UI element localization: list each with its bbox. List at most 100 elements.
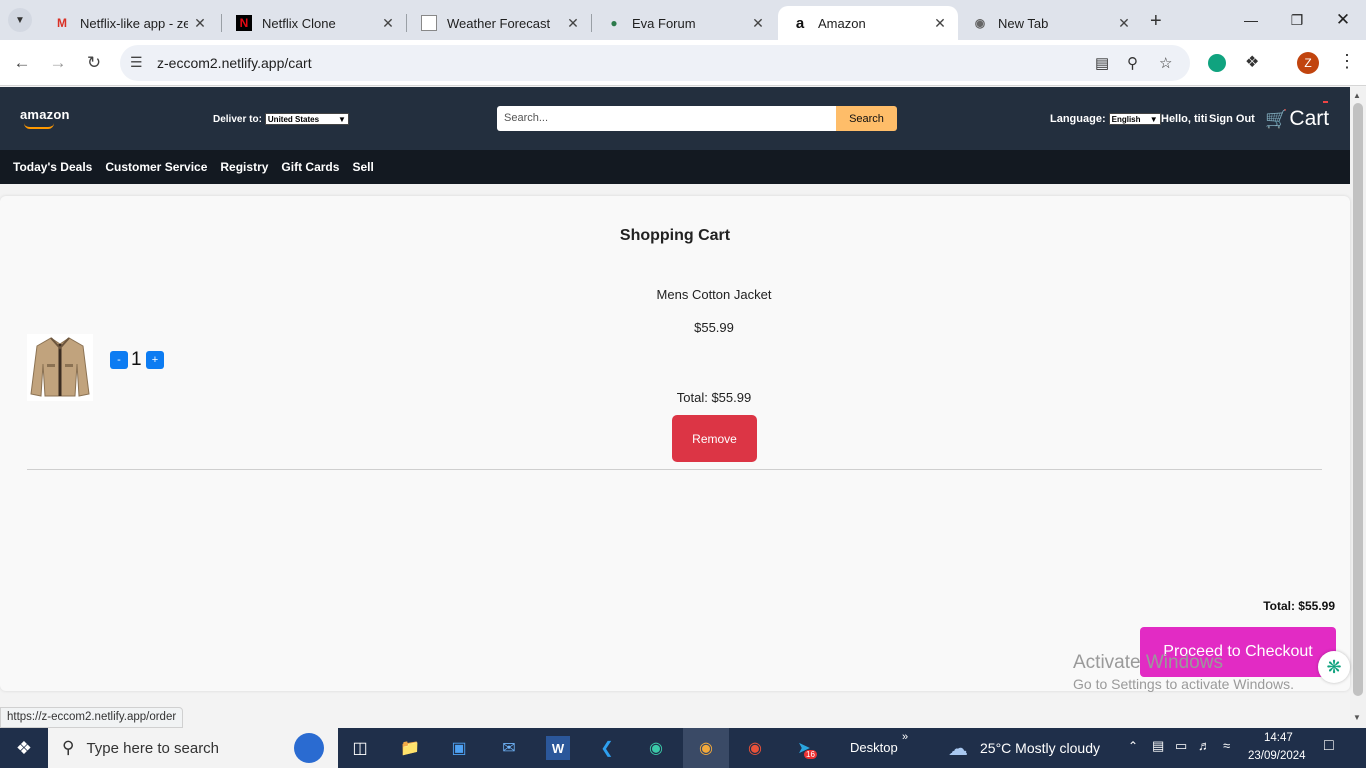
- chevron-down-icon: ▼: [337, 114, 346, 124]
- link-status-url: https://z-eccom2.netlify.app/order: [0, 707, 184, 728]
- browser-tab[interactable]: M Netflix-like app - zew ✕: [40, 6, 218, 40]
- windows-taskbar: ❖ ⚲ Type here to search ◫ 📁 ▣ ✉ W ❮ ◉ ◉ …: [0, 728, 1366, 768]
- close-icon[interactable]: ✕: [561, 15, 585, 32]
- tab-title: New Tab: [998, 15, 1049, 31]
- volume-icon[interactable]: ♬: [1198, 738, 1211, 753]
- file-explorer-icon[interactable]: 📁: [398, 736, 422, 760]
- clock-time[interactable]: 14:47: [1264, 732, 1293, 744]
- profile-avatar[interactable]: Z: [1297, 52, 1319, 74]
- chevron-up-icon[interactable]: ⌃: [1128, 739, 1138, 753]
- scroll-thumb[interactable]: [1353, 103, 1363, 696]
- store-icon[interactable]: ▣: [447, 736, 471, 760]
- amazon-icon: a: [795, 14, 805, 32]
- nav-registry[interactable]: Registry: [220, 160, 268, 174]
- chatgpt-floating-icon[interactable]: ❋: [1318, 651, 1350, 683]
- close-icon[interactable]: ✕: [188, 15, 212, 32]
- sub-navigation: Today's Deals Customer Service Registry …: [0, 150, 1350, 184]
- chrome-icon[interactable]: ◉: [694, 736, 718, 760]
- jacket-image: [30, 337, 90, 397]
- watermark-title: Activate Windows: [1073, 652, 1223, 673]
- close-icon[interactable]: ✕: [928, 15, 952, 32]
- netflix-icon: N: [236, 15, 252, 31]
- mail-icon[interactable]: ✉: [497, 736, 521, 760]
- close-icon[interactable]: ✕: [1112, 15, 1136, 32]
- install-app-icon[interactable]: ▤: [1095, 54, 1109, 72]
- close-icon[interactable]: ✕: [376, 15, 400, 32]
- clock-date[interactable]: 23/09/2024: [1248, 750, 1306, 762]
- new-tab-icon[interactable]: +: [1150, 10, 1162, 33]
- tab-title: Netflix-like app - zew: [80, 15, 188, 31]
- language-label: Language:: [1050, 113, 1106, 125]
- scroll-down-icon[interactable]: ▼: [1353, 713, 1361, 722]
- taskbar-search[interactable]: ⚲ Type here to search: [48, 728, 338, 768]
- window-close-icon[interactable]: ✕: [1320, 6, 1366, 34]
- notifications-icon[interactable]: □: [1324, 737, 1334, 755]
- browser-menu-icon[interactable]: ⋮: [1338, 51, 1356, 72]
- desktop-toolbar-label[interactable]: Desktop: [850, 740, 898, 755]
- address-bar[interactable]: ☰ z-eccom2.netlify.app/cart ▤ ⚲ ☆: [120, 45, 1190, 81]
- site-header: amazon Deliver to: United States ▼ Searc…: [0, 87, 1350, 150]
- vscode-icon[interactable]: ❮: [595, 736, 619, 760]
- task-view-icon[interactable]: ◫: [348, 736, 372, 760]
- country-select[interactable]: United States ▼: [264, 113, 349, 125]
- remove-button[interactable]: Remove: [672, 415, 757, 462]
- weather-cloud-icon[interactable]: ☁: [946, 736, 970, 760]
- language-selector: Language: English ▼: [1050, 113, 1161, 125]
- search-icon: ⚲: [62, 738, 75, 757]
- windows-start-icon[interactable]: ❖: [12, 736, 36, 760]
- browser-tab[interactable]: ● Eva Forum ✕: [592, 6, 776, 40]
- cart-link[interactable]: 🛒 Cart: [1265, 107, 1329, 131]
- wifi-icon[interactable]: ≈: [1223, 738, 1230, 753]
- tab-search-menu-icon[interactable]: ▼: [8, 8, 32, 32]
- taskbar-search-placeholder: Type here to search: [86, 739, 220, 757]
- browser-tab[interactable]: Weather Forecast ✕: [407, 6, 591, 40]
- browser-tab[interactable]: ◉ New Tab ✕: [958, 6, 1142, 40]
- edge-icon[interactable]: ◉: [644, 736, 668, 760]
- back-icon[interactable]: ←: [8, 49, 36, 77]
- browser-tab[interactable]: N Netflix Clone ✕: [222, 6, 406, 40]
- site-settings-icon[interactable]: ☰: [130, 54, 143, 71]
- extensions-icon[interactable]: ❖: [1245, 52, 1259, 72]
- word-icon[interactable]: W: [546, 736, 570, 760]
- page-scrollbar[interactable]: ▲ ▼: [1350, 87, 1366, 728]
- search-button[interactable]: Search: [836, 106, 897, 131]
- increment-button[interactable]: +: [146, 351, 164, 369]
- chevron-right-icon[interactable]: »: [902, 731, 908, 743]
- search-bar: Search... Search: [497, 106, 897, 131]
- amazon-logo[interactable]: amazon: [20, 107, 70, 122]
- page-icon: [421, 15, 437, 31]
- quantity-value: 1: [131, 349, 142, 370]
- browser-tab-active[interactable]: a Amazon ✕: [778, 6, 958, 40]
- search-input[interactable]: Search...: [497, 106, 837, 131]
- nav-gift-cards[interactable]: Gift Cards: [281, 160, 339, 174]
- decrement-button[interactable]: -: [110, 351, 128, 369]
- deliver-to: Deliver to: United States ▼: [213, 113, 349, 125]
- scroll-up-icon[interactable]: ▲: [1353, 91, 1361, 100]
- forward-icon[interactable]: →: [44, 49, 72, 77]
- bookmark-star-icon[interactable]: ☆: [1159, 54, 1172, 72]
- network-icon[interactable]: ▤: [1152, 738, 1164, 754]
- battery-icon[interactable]: ▭: [1175, 738, 1187, 754]
- cart-grand-total: Total: $55.99: [1263, 599, 1335, 613]
- nav-sell[interactable]: Sell: [352, 160, 373, 174]
- chatgpt-extension-icon[interactable]: [1208, 54, 1226, 72]
- url-text: z-eccom2.netlify.app/cart: [157, 55, 312, 71]
- weather-text[interactable]: 25°C Mostly cloudy: [980, 740, 1100, 756]
- search-highlight-icon: [294, 733, 324, 763]
- forum-icon: ●: [610, 16, 618, 30]
- tab-title: Eva Forum: [632, 15, 696, 31]
- gmail-icon: M: [57, 16, 67, 30]
- reload-icon[interactable]: ↻: [80, 49, 108, 77]
- close-icon[interactable]: ✕: [746, 15, 770, 32]
- sign-out-link[interactable]: Sign Out: [1209, 113, 1255, 125]
- restore-icon[interactable]: ❐: [1274, 6, 1320, 34]
- language-select[interactable]: English ▼: [1108, 113, 1161, 125]
- product-image[interactable]: [27, 334, 93, 401]
- zoom-icon[interactable]: ⚲: [1127, 54, 1138, 72]
- product-name: Mens Cotton Jacket: [656, 287, 772, 302]
- tab-title: Amazon: [818, 15, 866, 31]
- nav-todays-deals[interactable]: Today's Deals: [13, 160, 92, 174]
- nav-customer-service[interactable]: Customer Service: [105, 160, 207, 174]
- chrome-profile-icon[interactable]: ◉: [743, 736, 767, 760]
- minimize-icon[interactable]: —: [1228, 6, 1274, 34]
